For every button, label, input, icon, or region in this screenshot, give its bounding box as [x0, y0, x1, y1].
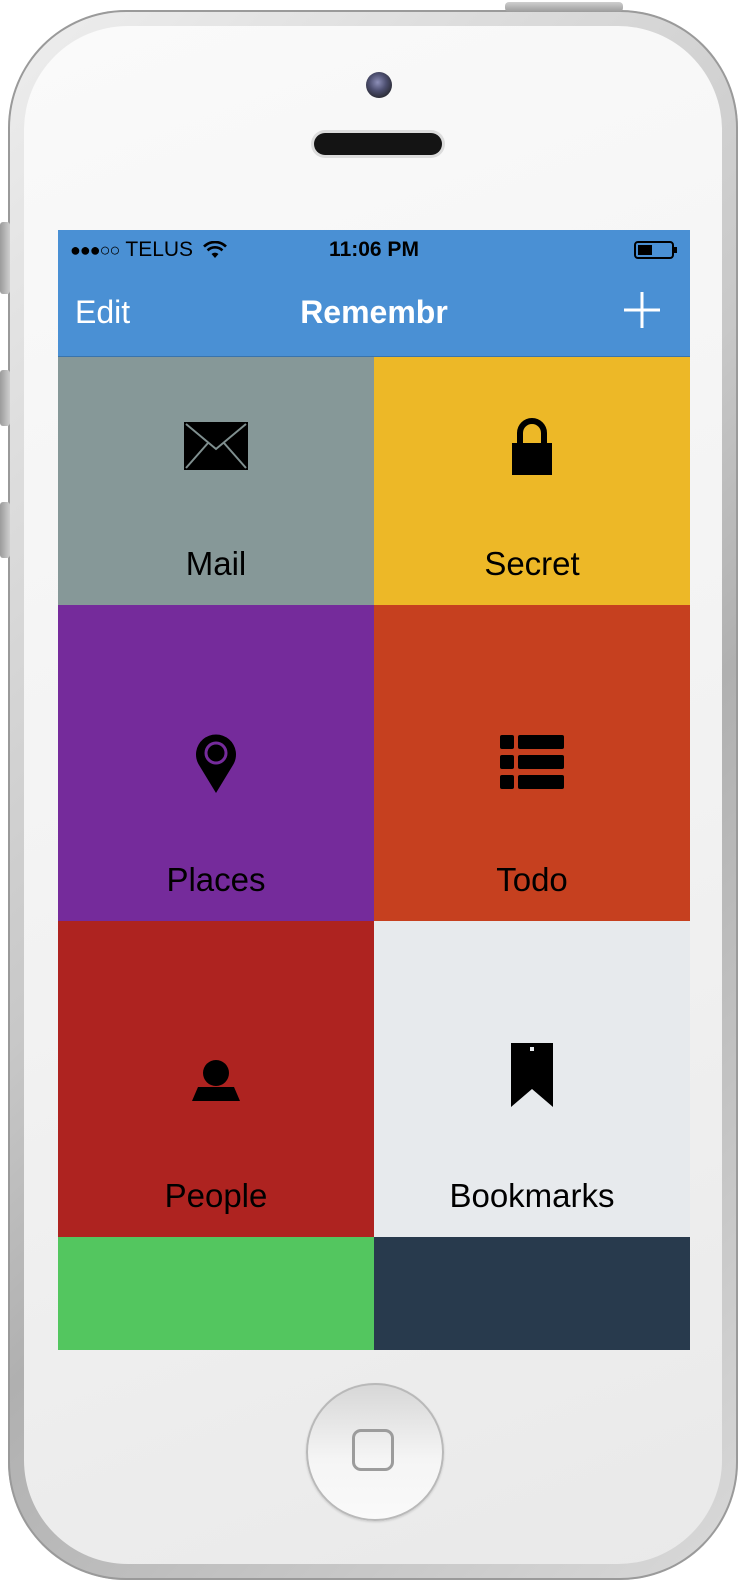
app-title: Remembr [300, 294, 448, 330]
front-camera [366, 72, 392, 98]
tile-label: Places [166, 861, 266, 898]
tile-bookmarks[interactable]: Bookmarks [374, 921, 690, 1237]
screen: ●●●○○ TELUS 11:06 PM Edit Remembr Mail S… [58, 230, 690, 1350]
status-time: 11:06 PM [329, 238, 419, 261]
earpiece-speaker [314, 133, 442, 155]
tile-navy[interactable] [374, 1237, 690, 1350]
tile-green[interactable] [58, 1237, 374, 1350]
status-bar: ●●●○○ TELUS 11:06 PM [58, 230, 690, 270]
tile-secret[interactable]: Secret [374, 357, 690, 605]
power-button [505, 2, 623, 12]
volume-down-button [0, 502, 10, 558]
lock-icon [512, 418, 552, 475]
home-button[interactable] [306, 1383, 444, 1521]
map-pin-icon [196, 734, 236, 793]
home-square-icon [352, 1429, 394, 1471]
tile-label: People [164, 1177, 268, 1214]
tile-people[interactable]: People [58, 921, 374, 1237]
volume-up-button [0, 370, 10, 426]
envelope-icon [184, 422, 248, 470]
tile-label: Secret [484, 545, 580, 582]
battery-icon [634, 241, 677, 259]
plus-icon [624, 292, 660, 328]
navigation-bar: Edit Remembr [58, 270, 690, 357]
mute-switch [0, 222, 10, 294]
tile-todo[interactable]: Todo [374, 605, 690, 921]
bookmark-icon [511, 1043, 553, 1107]
tile-places[interactable]: Places [58, 605, 374, 921]
tile-label: Todo [496, 861, 568, 898]
tile-label: Mail [185, 545, 247, 582]
person-icon [192, 1060, 240, 1101]
add-button[interactable] [624, 292, 660, 328]
tile-mail[interactable]: Mail [58, 357, 374, 605]
list-icon [500, 735, 564, 789]
tile-label: Bookmarks [449, 1177, 615, 1214]
